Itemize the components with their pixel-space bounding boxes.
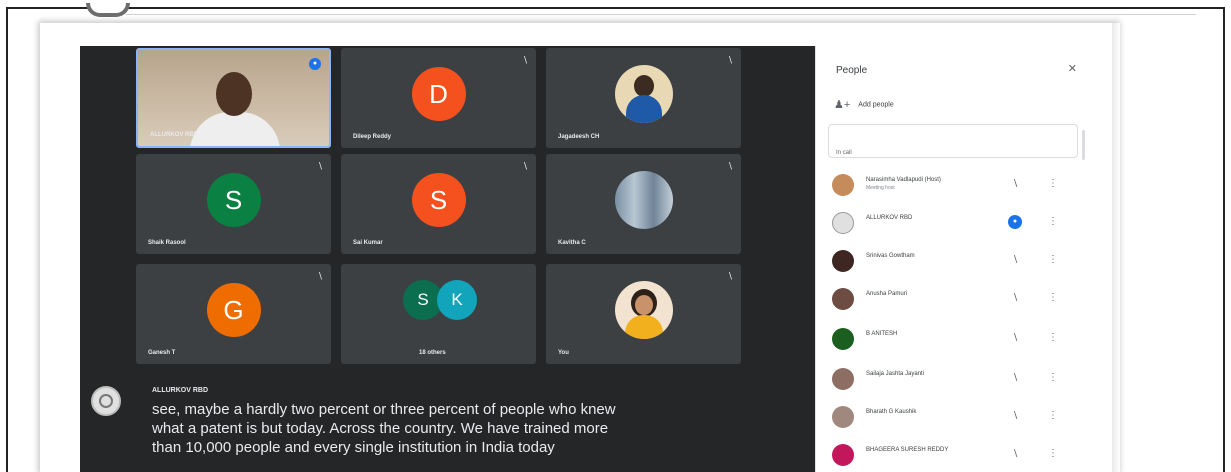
participant-tile[interactable]: ∖ G Ganesh T — [136, 264, 331, 364]
participant-name: Narasimha Vadlapudi (Host) — [866, 177, 941, 183]
mic-off-icon[interactable]: ∖ — [1012, 449, 1018, 460]
scrollbar[interactable] — [1082, 130, 1085, 160]
mic-off-icon: ∖ — [727, 161, 733, 171]
add-person-icon: ♟+ — [834, 99, 851, 111]
avatar — [832, 406, 854, 428]
avatar-photo — [614, 65, 673, 123]
avatar — [832, 444, 854, 466]
avatar-photo — [614, 171, 673, 229]
avatar: S — [411, 173, 466, 227]
mic-off-icon: ∖ — [522, 161, 528, 171]
card-edge — [1112, 23, 1120, 472]
avatar: K — [437, 280, 477, 320]
more-options-icon[interactable]: ⋮ — [1048, 216, 1058, 227]
participant-row[interactable]: ALLURKOV RBD ● ⋮ — [830, 210, 1080, 236]
mic-off-icon: ∖ — [522, 55, 528, 65]
participant-role: Meeting host — [866, 185, 895, 191]
participant-row[interactable]: Bharath G Kaushik ∖ ⋮ — [830, 404, 1080, 430]
mic-off-icon[interactable]: ∖ — [1012, 333, 1018, 344]
avatar — [832, 368, 854, 390]
more-options-icon[interactable]: ⋮ — [1048, 410, 1058, 421]
panel-title: People — [836, 65, 868, 76]
mic-off-icon: ∖ — [727, 55, 733, 65]
participant-name: BHAGEERA SURESH REDDY — [866, 447, 949, 453]
participant-row[interactable]: Narasimha Vadlapudi (Host) Meeting host … — [830, 172, 1080, 198]
more-options-icon[interactable]: ⋮ — [1048, 292, 1058, 303]
avatar: S — [206, 173, 261, 227]
participant-tile[interactable]: ∖ Jagadeesh CH — [546, 48, 741, 148]
mic-off-icon[interactable]: ∖ — [1012, 411, 1018, 422]
mic-off-icon: ∖ — [317, 161, 323, 171]
participant-row[interactable]: Sailaja Jashta Jayanti ∖ ⋮ — [830, 366, 1080, 392]
caption-speaker: ALLURKOV RBD — [152, 387, 208, 394]
video-person-body — [190, 112, 280, 146]
participant-name: You — [558, 350, 569, 356]
speaker-avatar — [91, 386, 121, 416]
avatar: D — [411, 67, 466, 121]
caption-text: see, maybe a hardly two percent or three… — [152, 401, 616, 456]
mic-off-icon[interactable]: ∖ — [1012, 255, 1018, 266]
screenshot-page: ● ALLURKOV RBD ∖ D Dileep Reddy ∖ Jagade… — [0, 0, 1231, 472]
participant-name: 18 others — [419, 350, 446, 356]
speaking-indicator-icon: ● — [1008, 215, 1022, 229]
participant-tile[interactable]: ∖ D Dileep Reddy — [341, 48, 536, 148]
participant-name: Sai Kumar — [353, 240, 383, 246]
avatar — [832, 250, 854, 272]
avatar — [832, 328, 854, 350]
speaking-indicator-icon: ● — [309, 58, 321, 70]
participant-tile[interactable]: ∖ You — [546, 264, 741, 364]
avatar — [832, 174, 854, 196]
search-input[interactable] — [828, 124, 1078, 158]
mic-off-icon: ∖ — [317, 271, 323, 281]
participant-name: Shaik Rasool — [148, 240, 186, 246]
mic-off-icon[interactable]: ∖ — [1012, 179, 1018, 190]
others-tile[interactable]: S K 18 others — [341, 264, 536, 364]
caption-area: ALLURKOV RBD see, maybe a hardly two per… — [80, 376, 815, 472]
participant-name: ALLURKOV RBD — [866, 215, 913, 221]
mic-off-icon: ∖ — [727, 271, 733, 281]
meeting-stage: ● ALLURKOV RBD ∖ D Dileep Reddy ∖ Jagade… — [80, 46, 815, 472]
add-people-button[interactable]: ♟+ Add people — [834, 98, 894, 111]
participant-tile[interactable]: ∖ S Sai Kumar — [341, 154, 536, 254]
participant-tile[interactable]: ● ALLURKOV RBD — [136, 48, 331, 148]
participant-tile[interactable]: ∖ Kavitha C — [546, 154, 741, 254]
participant-row[interactable]: B ANITESH ∖ ⋮ — [830, 326, 1080, 352]
participant-tile[interactable]: ∖ S Shaik Rasool — [136, 154, 331, 254]
mic-off-icon[interactable]: ∖ — [1012, 373, 1018, 384]
participant-name: Anusha Pamuri — [866, 291, 908, 297]
avatar — [832, 212, 854, 234]
participant-name: B ANITESH — [866, 331, 898, 337]
more-options-icon[interactable]: ⋮ — [1048, 332, 1058, 343]
participant-name: Srinivas Gowtham — [866, 253, 915, 259]
participant-name: Ganesh T — [148, 350, 176, 356]
participant-name: Kavitha C — [558, 240, 586, 246]
avatar-photo — [614, 281, 673, 339]
more-options-icon[interactable]: ⋮ — [1048, 448, 1058, 459]
close-icon[interactable]: ✕ — [1068, 62, 1077, 75]
top-divider — [126, 14, 1196, 15]
more-options-icon[interactable]: ⋮ — [1048, 372, 1058, 383]
participant-name: ALLURKOV RBD — [150, 132, 198, 138]
participant-row[interactable]: Srinivas Gowtham ∖ ⋮ — [830, 248, 1080, 274]
participant-row[interactable]: Anusha Pamuri ∖ ⋮ — [830, 286, 1080, 312]
avatar — [832, 288, 854, 310]
more-options-icon[interactable]: ⋮ — [1048, 254, 1058, 265]
participant-name: Sailaja Jashta Jayanti — [866, 371, 925, 377]
video-person-head — [216, 72, 252, 116]
participant-name: Bharath G Kaushik — [866, 409, 917, 415]
add-people-label: Add people — [858, 101, 894, 109]
mic-off-icon[interactable]: ∖ — [1012, 293, 1018, 304]
top-avatar-icon — [86, 3, 130, 17]
participant-row[interactable]: BHAGEERA SURESH REDDY ∖ ⋮ — [830, 442, 1080, 468]
avatar: G — [206, 283, 261, 337]
people-panel: People ✕ ♟+ Add people In call Narasimha … — [815, 46, 1091, 472]
participant-name: Jagadeesh CH — [558, 134, 600, 140]
more-options-icon[interactable]: ⋮ — [1048, 178, 1058, 189]
section-label: In call — [836, 150, 852, 156]
participant-name: Dileep Reddy — [353, 134, 392, 140]
